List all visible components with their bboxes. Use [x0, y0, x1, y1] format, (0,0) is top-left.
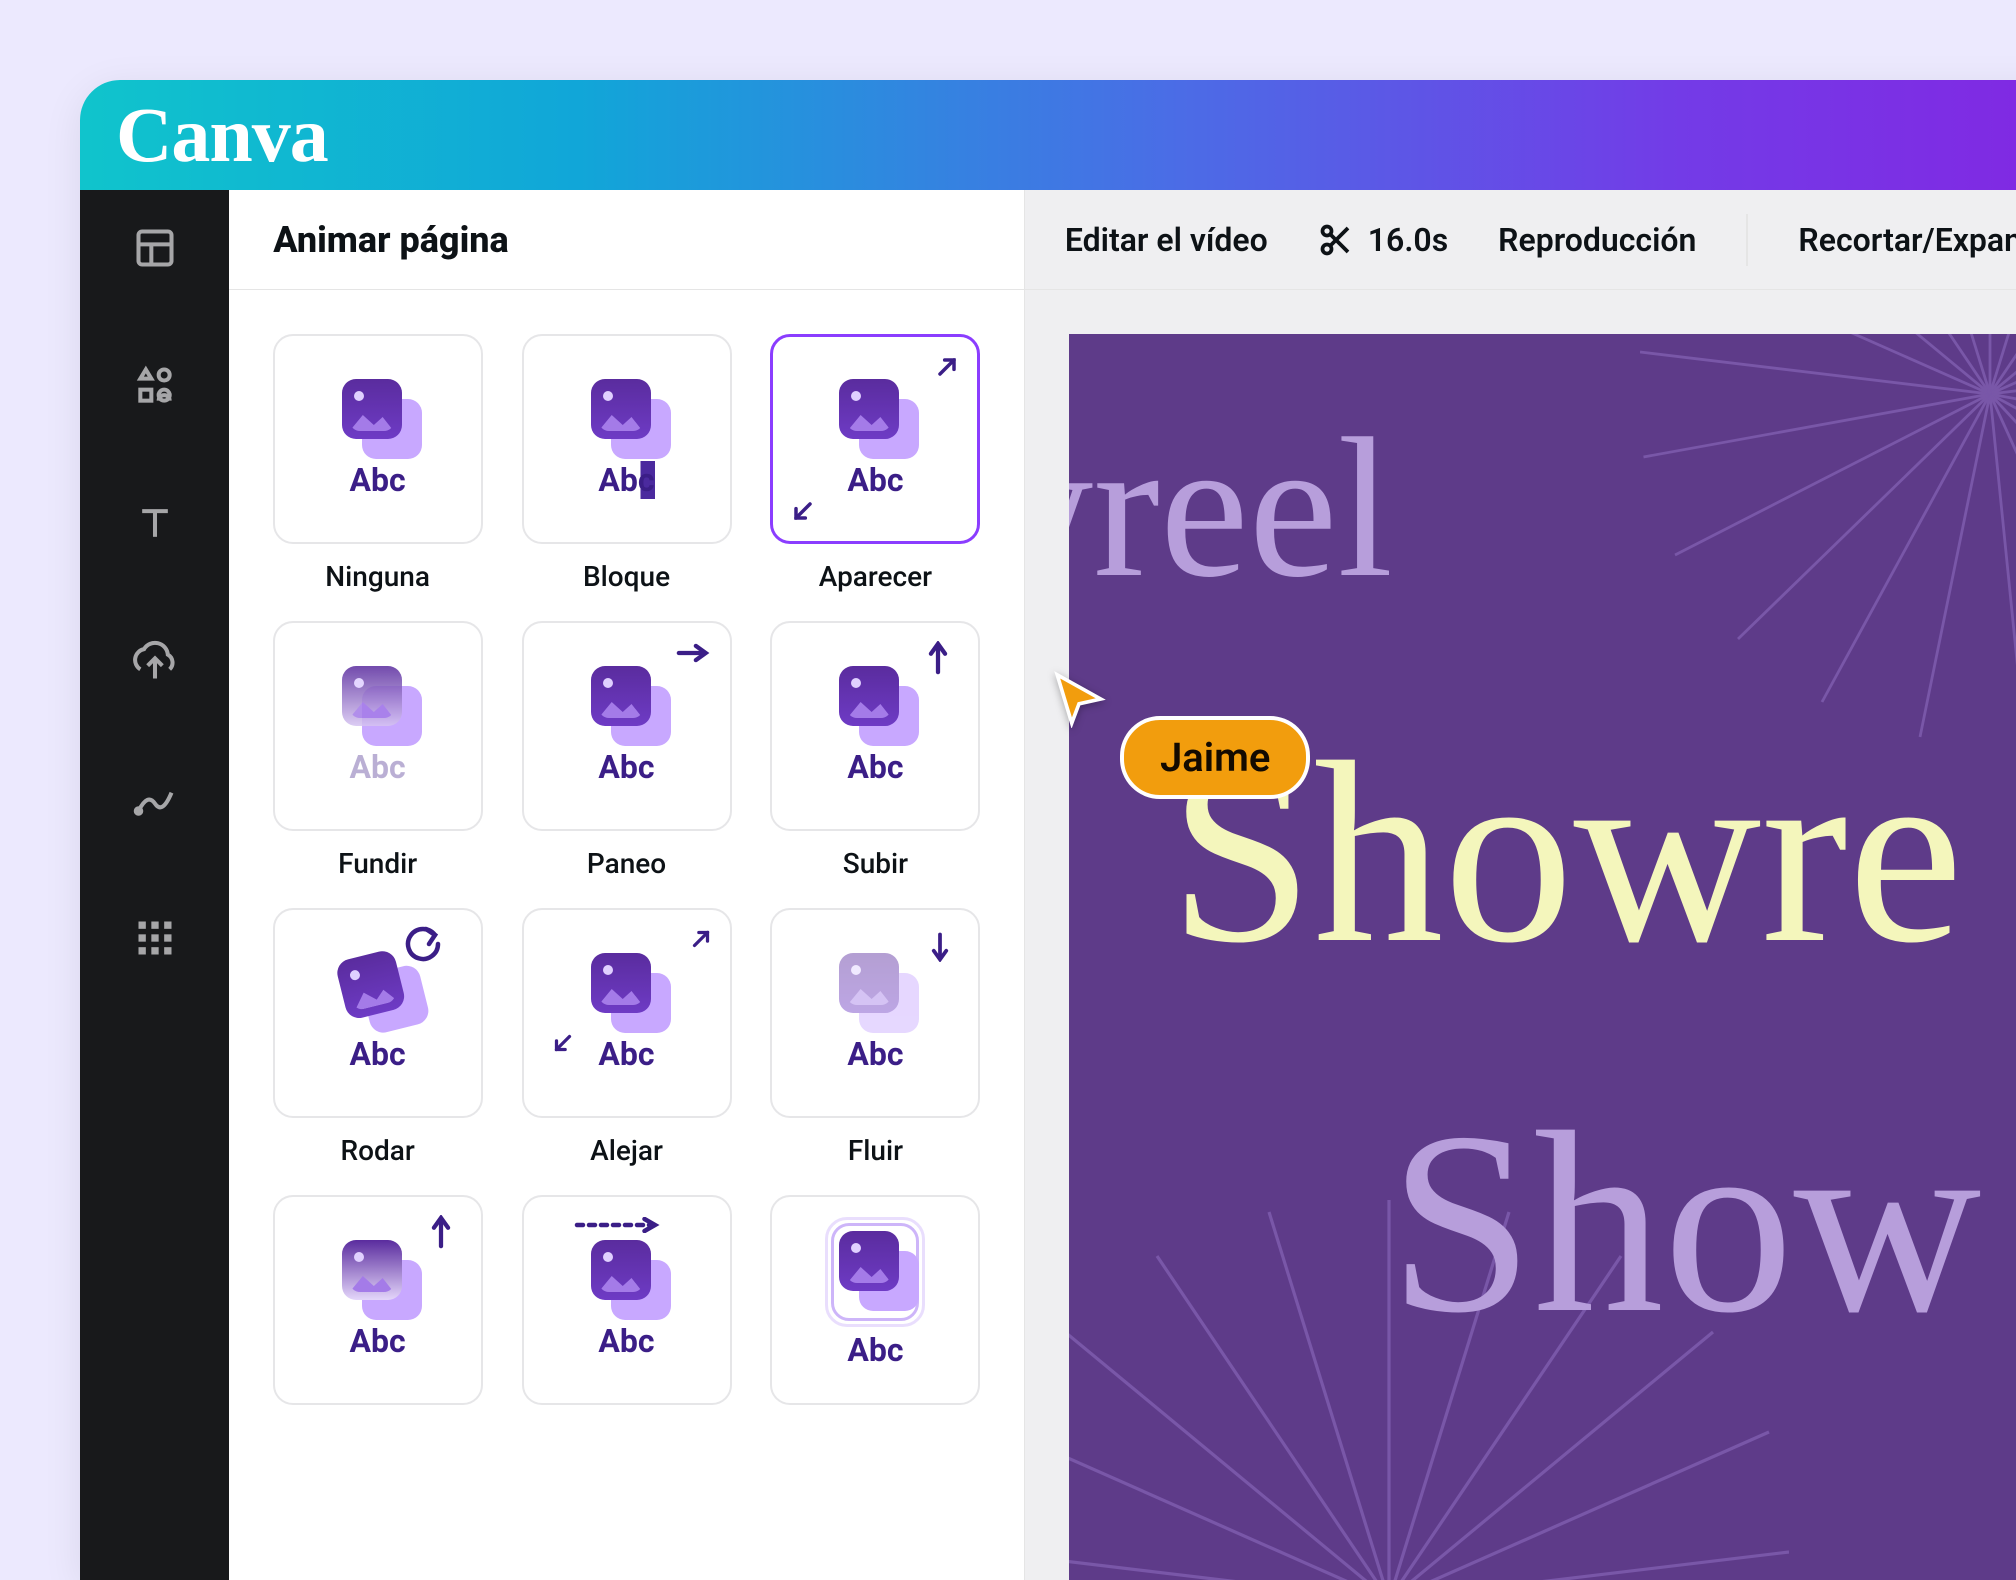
arrow-in-icon: [789, 497, 817, 525]
abc-label: Abc: [598, 1035, 654, 1073]
abc-label: Abc: [350, 461, 406, 499]
arrow-out-icon: [933, 353, 961, 381]
canvas-text-1[interactable]: wreel: [1069, 394, 1393, 623]
animation-thumb-icon: [839, 666, 911, 738]
abc-label: Abc: [847, 461, 903, 499]
separator: [1746, 214, 1748, 266]
animation-card[interactable]: Abc: [770, 334, 980, 544]
elements-icon[interactable]: [133, 364, 177, 412]
animation-label: Fundir: [338, 847, 417, 880]
topbar: Canva: [80, 80, 2016, 190]
animation-thumb-icon: [342, 666, 414, 738]
animation-label: Paneo: [587, 847, 666, 880]
arrow-right-dashed-icon: [574, 1217, 664, 1233]
context-toolbar: Editar el vídeo 16.0s Reproducción Recor…: [1025, 190, 2016, 290]
animation-option-bloque: Abc Bloque: [516, 334, 737, 593]
panel-title: Animar página: [229, 190, 1024, 290]
design-canvas[interactable]: wreel Showre Show: [1069, 334, 2016, 1580]
animation-thumb-icon: [591, 666, 663, 738]
app-window: Canva: [80, 80, 2016, 1580]
arrow-up-icon: [431, 1215, 451, 1249]
abc-label: Abc: [598, 748, 654, 786]
collaborator-cursor: Jaime: [1050, 670, 1108, 732]
playback-button[interactable]: Reproducción: [1498, 221, 1696, 259]
abc-label: Abc: [847, 748, 903, 786]
arrow-right-icon: [676, 643, 710, 663]
animation-card[interactable]: Abc: [273, 334, 483, 544]
edit-video-button[interactable]: Editar el vídeo: [1065, 221, 1268, 259]
sunburst-decoration: [1640, 334, 2016, 744]
apps-icon[interactable]: [133, 916, 177, 964]
templates-icon[interactable]: [133, 226, 177, 274]
animation-card[interactable]: Abc: [522, 621, 732, 831]
animation-grid: Abc Ninguna Abc Bloque: [229, 290, 1024, 1449]
animation-thumb-icon: [591, 953, 663, 1025]
crop-expand-button[interactable]: Recortar/Expand: [1798, 221, 2016, 259]
animation-option-rodar: Abc Rodar: [267, 908, 488, 1167]
workspace: Animar página Abc Ninguna Abc Bloque: [80, 190, 2016, 1580]
cursor-icon: [1050, 670, 1108, 728]
abc-label: Abc: [350, 1035, 406, 1073]
arrow-out-icon: [688, 926, 714, 952]
scissors-icon: [1318, 222, 1354, 258]
abc-label: Abc: [350, 1322, 406, 1360]
animation-card[interactable]: Abc: [273, 908, 483, 1118]
uploads-icon[interactable]: [133, 640, 177, 688]
animation-label: Bloque: [583, 560, 670, 593]
animation-card[interactable]: Abc: [770, 621, 980, 831]
animation-option-paneo: Abc Paneo: [516, 621, 737, 880]
animation-thumb-icon: [591, 1240, 663, 1312]
animation-card[interactable]: Abc: [522, 334, 732, 544]
animation-label: Subir: [843, 847, 908, 880]
animation-option-extra-2: Abc: [516, 1195, 737, 1405]
animation-option-extra-3: Abc: [765, 1195, 986, 1405]
rotate-icon: [405, 926, 441, 962]
animation-label: Alejar: [590, 1134, 663, 1167]
draw-icon[interactable]: [133, 778, 177, 826]
animation-option-subir: Abc Subir: [765, 621, 986, 880]
animation-thumb-icon: [591, 379, 663, 451]
animation-label: Aparecer: [819, 560, 932, 593]
animation-label: Ninguna: [325, 560, 430, 593]
animation-thumb-icon: [839, 953, 911, 1025]
abc-label: Abc: [847, 1035, 903, 1073]
left-rail: [80, 190, 229, 1580]
duration-value: 16.0s: [1368, 221, 1448, 259]
abc-label: Abc: [350, 748, 406, 786]
animation-thumb-icon: [342, 379, 414, 451]
canvas-area: Editar el vídeo 16.0s Reproducción Recor…: [1025, 190, 2016, 1580]
arrow-down-icon: [930, 932, 950, 962]
animation-card[interactable]: Abc: [770, 908, 980, 1118]
animation-thumb-icon: [839, 379, 911, 451]
canva-logo[interactable]: Canva: [116, 90, 328, 180]
animation-card[interactable]: Abc: [273, 621, 483, 831]
animation-option-fundir: Abc Fundir: [267, 621, 488, 880]
abc-label: Abc: [598, 1322, 654, 1360]
animation-card[interactable]: Abc: [273, 1195, 483, 1405]
animation-label: Fluir: [848, 1134, 903, 1167]
animation-option-extra-1: Abc: [267, 1195, 488, 1405]
animation-option-aparecer: Abc Aparecer: [765, 334, 986, 593]
animation-option-alejar: Abc Alejar: [516, 908, 737, 1167]
duration-button[interactable]: 16.0s: [1318, 221, 1448, 259]
abc-label: Abc: [847, 1331, 903, 1369]
animation-panel: Animar página Abc Ninguna Abc Bloque: [229, 190, 1025, 1580]
arrow-up-icon: [928, 641, 948, 675]
animation-thumb-icon: [839, 1231, 911, 1303]
animation-option-fluir: Abc Fluir: [765, 908, 986, 1167]
arrow-in-icon: [550, 1030, 576, 1056]
animation-option-ninguna: Abc Ninguna: [267, 334, 488, 593]
animation-card[interactable]: Abc: [522, 1195, 732, 1405]
abc-label: Abc: [598, 461, 654, 499]
animation-label: Rodar: [340, 1134, 414, 1167]
collaborator-name: Jaime: [1120, 716, 1310, 799]
animation-card[interactable]: Abc: [522, 908, 732, 1118]
animation-thumb-icon: [342, 1240, 414, 1312]
canvas-text-3[interactable]: Show: [1389, 1074, 1981, 1373]
text-icon[interactable]: [133, 502, 177, 550]
animation-card[interactable]: Abc: [770, 1195, 980, 1405]
